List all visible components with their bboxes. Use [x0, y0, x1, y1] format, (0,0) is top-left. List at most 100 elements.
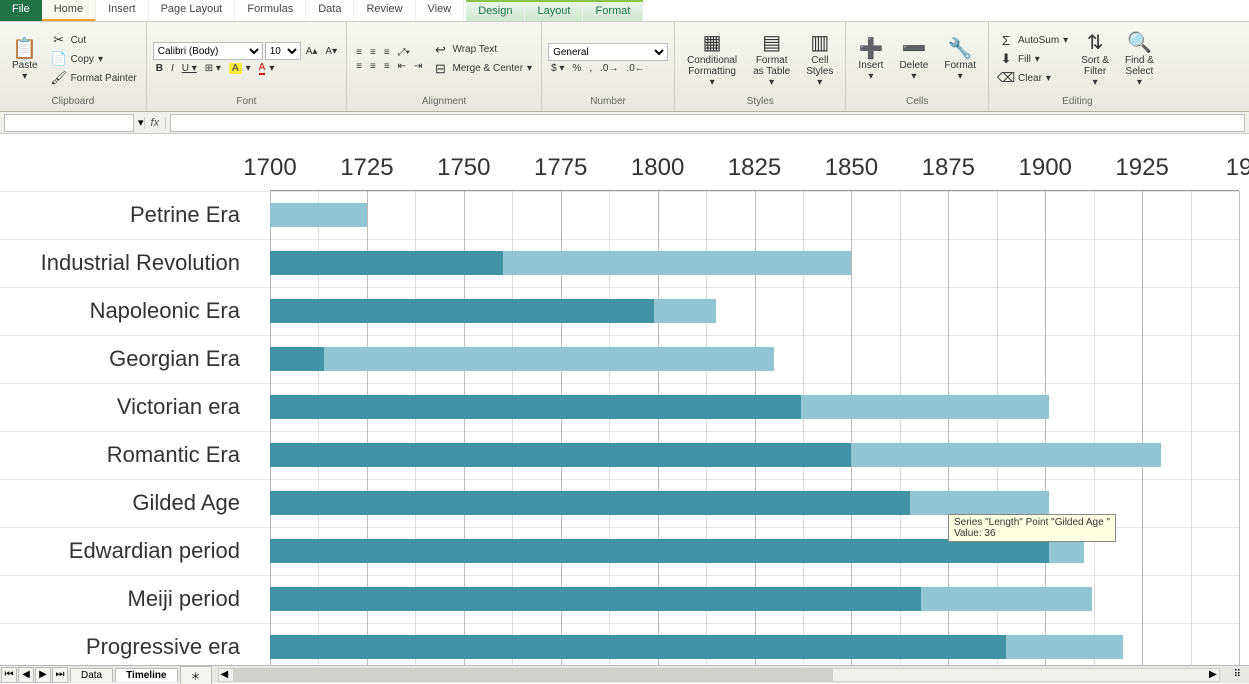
new-sheet-button[interactable]: ＊: [180, 666, 212, 684]
chart-area[interactable]: 1700172517501775180018251850187519001925…: [0, 134, 1249, 665]
bar-offset[interactable]: [270, 491, 910, 515]
find-label: Find & Select: [1125, 55, 1154, 77]
tab-formulas[interactable]: Formulas: [235, 0, 306, 21]
align-top-button[interactable]: ≡: [353, 46, 365, 59]
formula-bar: ▾ fx: [0, 112, 1249, 134]
clear-button[interactable]: ⌫Clear▾: [995, 69, 1071, 87]
worksheet[interactable]: 1700172517501775180018251850187519001925…: [0, 134, 1249, 665]
bar-length[interactable]: [324, 347, 774, 371]
font-name-select[interactable]: Calibri (Body): [153, 42, 263, 60]
font-size-select[interactable]: 10: [265, 42, 301, 60]
increase-indent-button[interactable]: ⇥: [411, 60, 425, 73]
formula-input[interactable]: [170, 114, 1245, 132]
align-right-button[interactable]: ≡: [381, 60, 393, 73]
fill-button[interactable]: ⬇Fill▾: [995, 50, 1071, 68]
bar-offset[interactable]: [270, 251, 503, 275]
underline-button[interactable]: U ▾: [179, 62, 200, 75]
autosum-button[interactable]: ΣAutoSum▾: [995, 31, 1071, 49]
number-format-select[interactable]: General: [548, 43, 668, 61]
delete-cells-button[interactable]: ➖Delete▾: [893, 24, 934, 94]
axis-tick-label: 1875: [922, 154, 975, 182]
sheet-nav-prev[interactable]: ◀: [18, 667, 34, 683]
sheet-nav-first[interactable]: ⏮: [1, 667, 17, 683]
currency-button[interactable]: $ ▾: [548, 62, 567, 75]
sheet-nav-next[interactable]: ▶: [35, 667, 51, 683]
scroll-right-icon[interactable]: ▶: [1209, 669, 1217, 680]
sheet-nav-last[interactable]: ⏭: [52, 667, 68, 683]
bar-offset[interactable]: [270, 347, 324, 371]
axis-tick-label: 1775: [534, 154, 587, 182]
decrease-font-button[interactable]: A▾: [322, 45, 340, 58]
sheet-tab-timeline[interactable]: Timeline: [115, 668, 177, 682]
tab-home[interactable]: Home: [42, 0, 96, 21]
fx-button[interactable]: fx: [144, 117, 167, 129]
format-painter-button[interactable]: 🖌Format Painter: [48, 69, 140, 87]
font-color-button[interactable]: A▾: [256, 61, 278, 76]
bar-length[interactable]: [1006, 635, 1122, 659]
conditional-formatting-button[interactable]: ▦Conditional Formatting▾: [681, 24, 743, 94]
bar-offset[interactable]: [270, 395, 801, 419]
find-icon: 🔍: [1127, 31, 1151, 55]
cut-button[interactable]: ✂Cut: [48, 31, 140, 49]
bar-length[interactable]: [503, 251, 852, 275]
cell-styles-button[interactable]: ▥Cell Styles▾: [800, 24, 839, 94]
bold-button[interactable]: B: [153, 62, 166, 75]
copy-label: Copy: [71, 54, 94, 65]
bar-offset[interactable]: [270, 299, 654, 323]
bar-length[interactable]: [270, 203, 367, 227]
sheet-tab-data[interactable]: Data: [70, 668, 113, 682]
increase-decimal-button[interactable]: .0→: [597, 62, 621, 75]
orientation-button[interactable]: ⤢▾: [395, 46, 413, 59]
decrease-indent-button[interactable]: ⇤: [395, 60, 409, 73]
merge-center-button[interactable]: ⊟Merge & Center▾: [429, 60, 535, 78]
bar-length[interactable]: [801, 395, 1049, 419]
tab-review[interactable]: Review: [354, 0, 415, 21]
tab-format[interactable]: Format: [583, 2, 643, 21]
resize-grip-icon[interactable]: ⠿: [1226, 669, 1249, 680]
bar-offset[interactable]: [270, 539, 1049, 563]
border-button[interactable]: ⊞ ▾: [202, 62, 224, 75]
align-middle-button[interactable]: ≡: [367, 46, 379, 59]
italic-button[interactable]: I: [168, 62, 177, 75]
name-box[interactable]: [4, 114, 134, 132]
bar-length[interactable]: [1049, 539, 1084, 563]
bar-length[interactable]: [654, 299, 716, 323]
tab-data[interactable]: Data: [306, 0, 354, 21]
find-select-button[interactable]: 🔍Find & Select▾: [1119, 24, 1160, 94]
format-as-table-button[interactable]: ▤Format as Table▾: [747, 24, 796, 94]
insert-cells-button[interactable]: ➕Insert▾: [852, 24, 889, 94]
scrollbar-thumb[interactable]: [233, 669, 833, 681]
bar-length[interactable]: [851, 443, 1161, 467]
tab-design[interactable]: Design: [466, 2, 525, 21]
bar-offset[interactable]: [270, 443, 851, 467]
dropdown-icon: ▾: [1137, 77, 1142, 88]
bar-offset[interactable]: [270, 635, 1006, 659]
bar-length[interactable]: [921, 587, 1092, 611]
axis-tick-label: 1850: [825, 154, 878, 182]
align-center-button[interactable]: ≡: [367, 60, 379, 73]
format-cells-button[interactable]: 🔧Format▾: [938, 24, 982, 94]
tab-insert[interactable]: Insert: [96, 0, 149, 21]
wrap-text-button[interactable]: ↩Wrap Text: [429, 41, 535, 59]
increase-font-button[interactable]: A▴: [303, 45, 321, 58]
sort-filter-button[interactable]: ⇅Sort & Filter▾: [1075, 24, 1115, 94]
bar-offset[interactable]: [270, 587, 921, 611]
comma-button[interactable]: ,: [586, 62, 595, 75]
percent-button[interactable]: %: [569, 62, 584, 75]
align-left-button[interactable]: ≡: [353, 60, 365, 73]
copy-button[interactable]: 📄Copy▾: [48, 50, 140, 68]
tab-view[interactable]: View: [416, 0, 465, 21]
decrease-decimal-button[interactable]: .0←: [623, 62, 647, 75]
bar-length[interactable]: [910, 491, 1050, 515]
paste-button[interactable]: 📋 Paste ▾: [6, 24, 44, 94]
tab-layout[interactable]: Layout: [525, 2, 583, 21]
tab-file[interactable]: File: [0, 0, 42, 21]
chart-row: Progressive era: [270, 623, 1239, 671]
group-styles: ▦Conditional Formatting▾ ▤Format as Tabl…: [675, 22, 846, 111]
fill-color-button[interactable]: A▾: [226, 62, 254, 75]
tab-page-layout[interactable]: Page Layout: [149, 0, 236, 21]
cut-icon: ✂: [51, 32, 67, 48]
horizontal-scrollbar[interactable]: ◀ ▶: [218, 668, 1220, 682]
scroll-left-icon[interactable]: ◀: [221, 669, 229, 680]
align-bottom-button[interactable]: ≡: [381, 46, 393, 59]
